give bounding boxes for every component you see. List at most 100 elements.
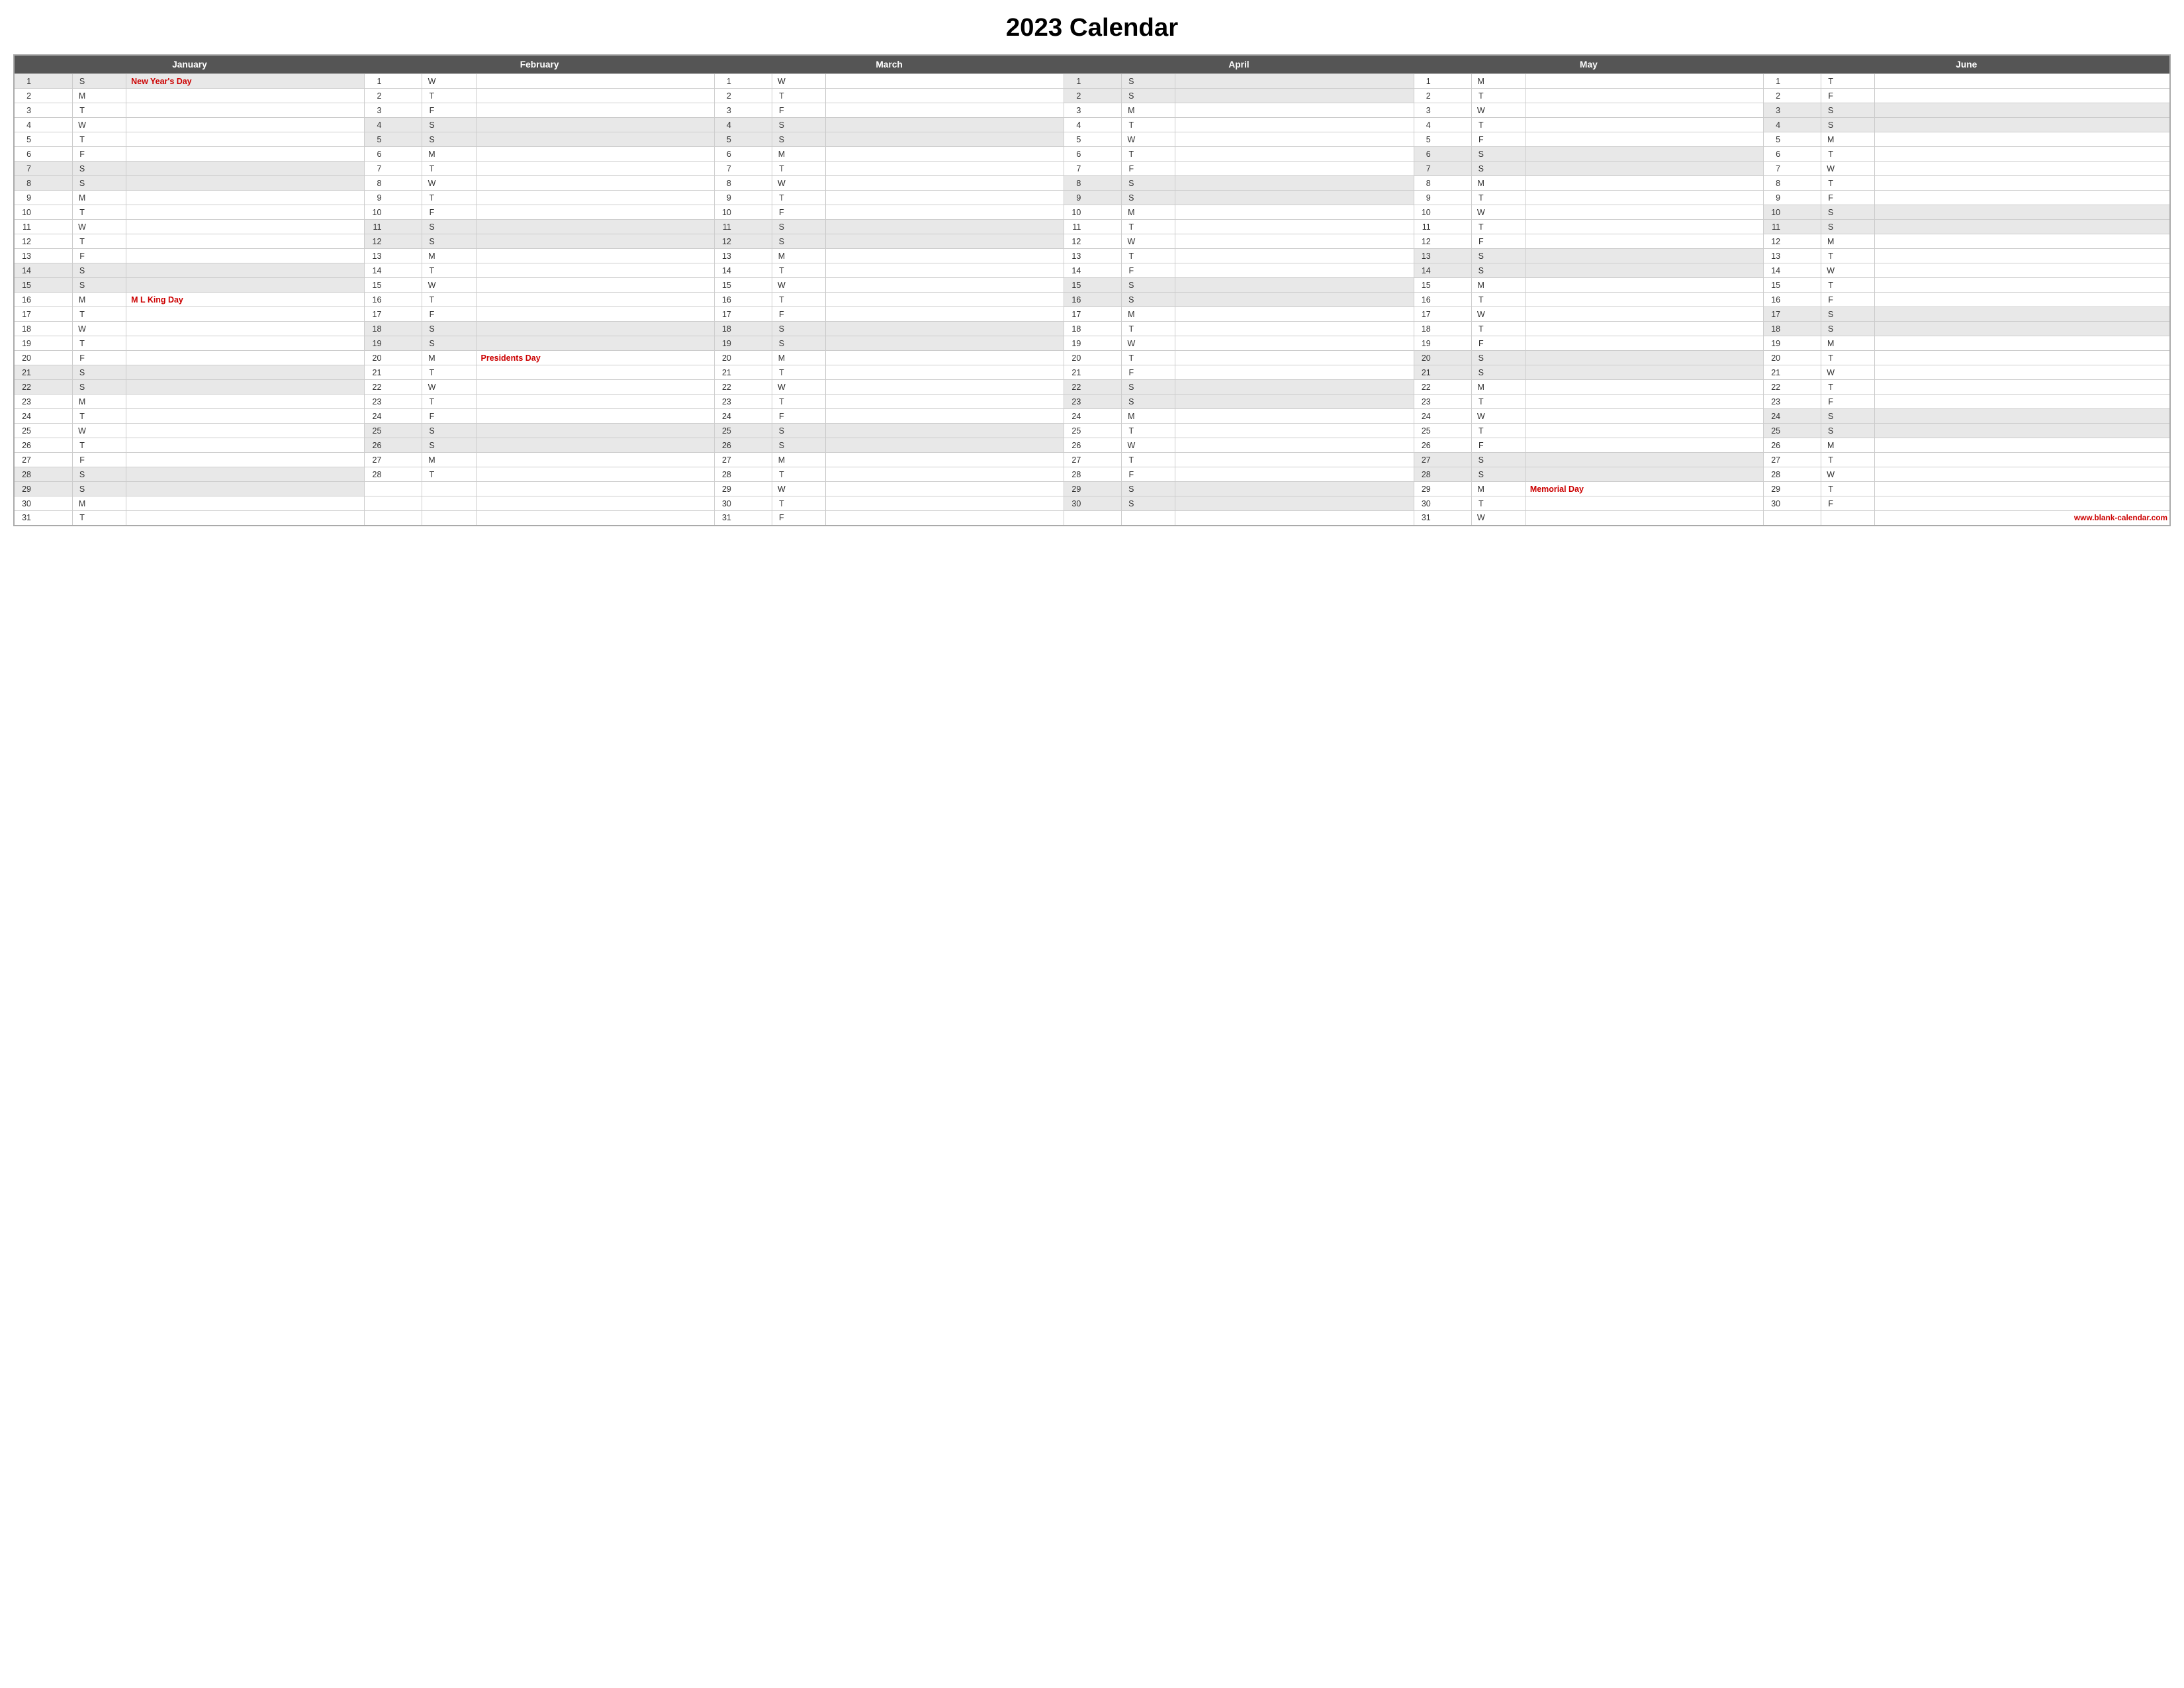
- june-event-2: [1875, 89, 2170, 103]
- may-event-12: [1525, 234, 1763, 249]
- may-day-num-13: 13: [1414, 249, 1471, 263]
- may-day-num-12: 12: [1414, 234, 1471, 249]
- may-day-num-6: 6: [1414, 147, 1471, 162]
- january-event-5: [126, 132, 365, 147]
- february-day-num-16: 16: [365, 293, 422, 307]
- february-day-num-10: 10: [365, 205, 422, 220]
- january-event-31: [126, 511, 365, 526]
- february-event-7: [476, 162, 714, 176]
- march-day-letter-3: F: [772, 103, 825, 118]
- march-day-letter-23: T: [772, 395, 825, 409]
- january-event-2: [126, 89, 365, 103]
- may-day-letter-28: S: [1471, 467, 1525, 482]
- february-day-letter-26: S: [422, 438, 476, 453]
- january-day-letter-7: S: [73, 162, 126, 176]
- january-day-num-1: 1: [14, 74, 73, 89]
- february-day-num-17: 17: [365, 307, 422, 322]
- june-event-26: [1875, 438, 2170, 453]
- june-event-14: [1875, 263, 2170, 278]
- june-day-num-13: 13: [1764, 249, 1821, 263]
- june-day-letter-1: T: [1821, 74, 1875, 89]
- january-day-letter-17: T: [73, 307, 126, 322]
- june-day-num-28: 28: [1764, 467, 1821, 482]
- may-event-11: [1525, 220, 1763, 234]
- april-event-12: [1175, 234, 1414, 249]
- march-day-letter-8: W: [772, 176, 825, 191]
- january-day-num-4: 4: [14, 118, 73, 132]
- may-day-letter-12: F: [1471, 234, 1525, 249]
- may-event-10: [1525, 205, 1763, 220]
- february-day-letter-14: T: [422, 263, 476, 278]
- april-event-27: [1175, 453, 1414, 467]
- april-day-num-18: 18: [1064, 322, 1122, 336]
- january-event-17: [126, 307, 365, 322]
- table-row: 23M23T23T23S23T23F: [14, 395, 2170, 409]
- february-event-20: Presidents Day: [476, 351, 714, 365]
- may-day-num-20: 20: [1414, 351, 1471, 365]
- june-event-28: [1875, 467, 2170, 482]
- january-event-8: [126, 176, 365, 191]
- april-day-num-12: 12: [1064, 234, 1122, 249]
- june-event-24: [1875, 409, 2170, 424]
- february-event-11: [476, 220, 714, 234]
- may-day-letter-9: T: [1471, 191, 1525, 205]
- march-event-4: [825, 118, 1064, 132]
- april-day-num-29: 29: [1064, 482, 1122, 496]
- april-day-num-17: 17: [1064, 307, 1122, 322]
- june-day-letter-9: F: [1821, 191, 1875, 205]
- march-day-letter-11: S: [772, 220, 825, 234]
- april-day-letter-19: W: [1122, 336, 1175, 351]
- may-day-letter-4: T: [1471, 118, 1525, 132]
- april-day-num-25: 25: [1064, 424, 1122, 438]
- march-day-letter-27: M: [772, 453, 825, 467]
- june-event-22: [1875, 380, 2170, 395]
- march-event-6: [825, 147, 1064, 162]
- may-event-22: [1525, 380, 1763, 395]
- february-day-num-22: 22: [365, 380, 422, 395]
- january-day-letter-11: W: [73, 220, 126, 234]
- june-day-num-11: 11: [1764, 220, 1821, 234]
- april-event-16: [1175, 293, 1414, 307]
- june-day-num-24: 24: [1764, 409, 1821, 424]
- april-day-letter-26: W: [1122, 438, 1175, 453]
- march-event-12: [825, 234, 1064, 249]
- table-row: 8S8W8W8S8M8T: [14, 176, 2170, 191]
- april-event-10: [1175, 205, 1414, 220]
- february-event-8: [476, 176, 714, 191]
- march-day-letter-31: F: [772, 511, 825, 526]
- april-event-21: [1175, 365, 1414, 380]
- february-empty-event-28: [476, 482, 714, 496]
- january-event-26: [126, 438, 365, 453]
- february-event-5: [476, 132, 714, 147]
- february-event-2: [476, 89, 714, 103]
- may-day-letter-1: M: [1471, 74, 1525, 89]
- june-day-num-6: 6: [1764, 147, 1821, 162]
- april-event-13: [1175, 249, 1414, 263]
- april-day-letter-18: T: [1122, 322, 1175, 336]
- may-day-letter-29: M: [1471, 482, 1525, 496]
- may-event-28: [1525, 467, 1763, 482]
- march-day-letter-19: S: [772, 336, 825, 351]
- table-row: 11W11S11S11T11T11S: [14, 220, 2170, 234]
- june-day-num-29: 29: [1764, 482, 1821, 496]
- footer-link[interactable]: www.blank-calendar.com: [1877, 513, 2167, 522]
- april-event-4: [1175, 118, 1414, 132]
- january-event-27: [126, 453, 365, 467]
- march-day-letter-20: M: [772, 351, 825, 365]
- table-row: 22S22W22W22S22M22T: [14, 380, 2170, 395]
- june-day-num-14: 14: [1764, 263, 1821, 278]
- january-day-letter-31: T: [73, 511, 126, 526]
- april-event-6: [1175, 147, 1414, 162]
- january-day-num-13: 13: [14, 249, 73, 263]
- february-day-letter-9: T: [422, 191, 476, 205]
- march-day-letter-24: F: [772, 409, 825, 424]
- may-day-num-10: 10: [1414, 205, 1471, 220]
- february-day-letter-22: W: [422, 380, 476, 395]
- january-day-num-21: 21: [14, 365, 73, 380]
- march-day-num-14: 14: [714, 263, 772, 278]
- march-day-letter-21: T: [772, 365, 825, 380]
- may-day-num-1: 1: [1414, 74, 1471, 89]
- table-row: 29S29W29S29MMemorial Day29T: [14, 482, 2170, 496]
- may-day-letter-30: T: [1471, 496, 1525, 511]
- march-day-num-18: 18: [714, 322, 772, 336]
